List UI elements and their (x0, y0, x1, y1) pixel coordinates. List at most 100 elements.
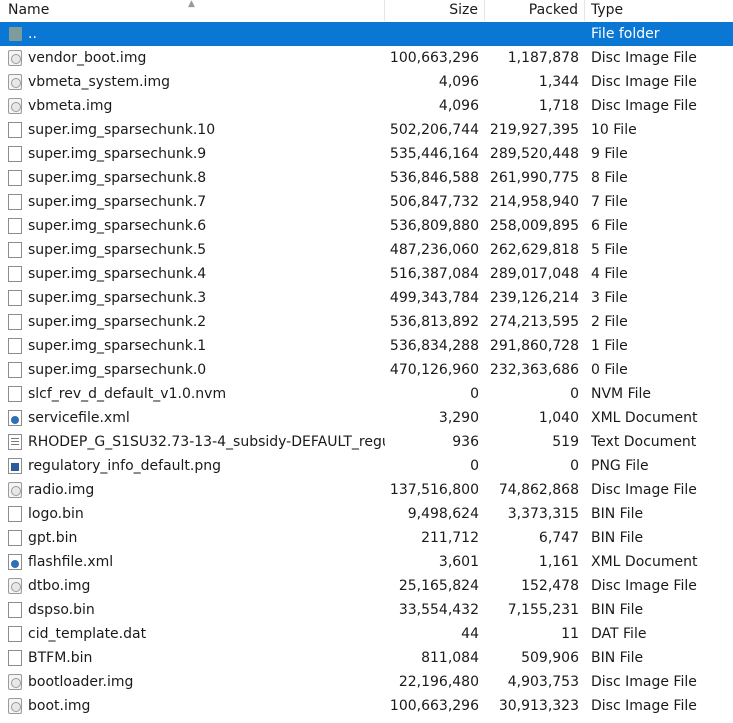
file-name-cell: vbmeta.img (0, 94, 385, 118)
file-name-cell: super.img_sparsechunk.1 (0, 334, 385, 358)
file-name-cell: super.img_sparsechunk.2 (0, 310, 385, 334)
file-row[interactable]: super.img_sparsechunk.6 536,809,880 258,00… (0, 214, 733, 238)
file-name-cell: flashfile.xml (0, 550, 385, 574)
xml-document-icon (8, 554, 22, 570)
disc-image-icon (8, 482, 22, 498)
file-name-cell: cid_template.dat (0, 622, 385, 646)
file-packed-cell: 7,155,231 (507, 602, 579, 618)
file-type-cell: Disc Image File (591, 698, 697, 714)
file-row[interactable]: regulatory_info_default.png 0 0 PNG File (0, 454, 733, 478)
file-row[interactable]: super.img_sparsechunk.0 470,126,960 232,36… (0, 358, 733, 382)
file-name-label: gpt.bin (28, 530, 78, 546)
file-icon (8, 194, 22, 210)
file-icon (8, 266, 22, 282)
file-row[interactable]: super.img_sparsechunk.1 536,834,288 291,86… (0, 334, 733, 358)
file-type-cell: XML Document (591, 554, 698, 570)
file-row[interactable]: super.img_sparsechunk.5 487,236,060 262,62… (0, 238, 733, 262)
file-row[interactable]: dspso.bin 33,554,432 7,155,231 BIN File (0, 598, 733, 622)
file-icon (8, 338, 22, 354)
file-row[interactable]: boot.img 100,663,296 30,913,323 Disc Image … (0, 694, 733, 718)
column-header-packed[interactable]: Packed (485, 0, 585, 21)
file-row[interactable]: vbmeta.img 4,096 1,718 Disc Image File (0, 94, 733, 118)
file-name-label: super.img_sparsechunk.0 (28, 362, 207, 378)
file-type-cell: 3 File (591, 290, 628, 306)
file-type-cell: 0 File (591, 362, 628, 378)
file-name-label: logo.bin (28, 506, 84, 522)
file-size-cell: 516,387,084 (389, 266, 479, 282)
file-size-cell: 33,554,432 (398, 602, 479, 618)
file-packed-cell: 74,862,868 (498, 482, 579, 498)
file-row[interactable]: super.img_sparsechunk.4 516,387,084 289,01… (0, 262, 733, 286)
file-row[interactable]: slcf_rev_d_default_v1.0.nvm 0 0 NVM File (0, 382, 733, 406)
file-row[interactable]: cid_template.dat 44 11 DAT File (0, 622, 733, 646)
file-size-cell: 4,096 (438, 74, 479, 90)
file-row[interactable]: BTFM.bin 811,084 509,906 BIN File (0, 646, 733, 670)
file-size-cell: 502,206,744 (389, 122, 479, 138)
disc-image-icon (8, 98, 22, 114)
file-name-label: boot.img (28, 698, 91, 714)
file-name-cell: super.img_sparsechunk.3 (0, 286, 385, 310)
file-packed-cell: 0 (570, 386, 579, 402)
file-name-label: radio.img (28, 482, 95, 498)
file-size-cell: 536,809,880 (389, 218, 479, 234)
file-row[interactable]: servicefile.xml 3,290 1,040 XML Document (0, 406, 733, 430)
file-row[interactable]: super.img_sparsechunk.3 499,343,784 239,12… (0, 286, 733, 310)
file-name-label: flashfile.xml (28, 554, 114, 570)
file-name-label: super.img_sparsechunk.3 (28, 290, 207, 306)
file-type-cell: 5 File (591, 242, 628, 258)
file-name-cell: BTFM.bin (0, 646, 385, 670)
file-row[interactable]: radio.img 137,516,800 74,862,868 Disc Image… (0, 478, 733, 502)
file-name-cell: vbmeta_system.img (0, 70, 385, 94)
file-row[interactable]: flashfile.xml 3,601 1,161 XML Document (0, 550, 733, 574)
file-row[interactable]: .. File folder (0, 22, 733, 46)
column-header-type[interactable]: Type (591, 0, 733, 24)
file-name-label: vendor_boot.img (28, 50, 147, 66)
file-type-cell: 10 File (591, 122, 637, 138)
file-name-cell: regulatory_info_default.png (0, 454, 385, 478)
disc-image-icon (8, 50, 22, 66)
file-packed-cell: 1,187,878 (507, 50, 579, 66)
file-packed-cell: 262,629,818 (489, 242, 579, 258)
file-icon (8, 170, 22, 186)
file-type-cell: XML Document (591, 410, 698, 426)
disc-image-icon (8, 674, 22, 690)
file-row[interactable]: bootloader.img 22,196,480 4,903,753 Disc Im… (0, 670, 733, 694)
sort-arrow-icon: ▲ (188, 0, 195, 9)
file-type-cell: BIN File (591, 650, 644, 666)
file-icon (8, 530, 22, 546)
file-row[interactable]: super.img_sparsechunk.2 536,813,892 274,21… (0, 310, 733, 334)
file-row[interactable]: super.img_sparsechunk.7 506,847,732 214,95… (0, 190, 733, 214)
file-name-cell: super.img_sparsechunk.0 (0, 358, 385, 382)
file-list: Name ▲ Size Packed Type .. File folder ven… (0, 0, 733, 723)
file-name-cell: super.img_sparsechunk.6 (0, 214, 385, 238)
file-packed-cell: 289,520,448 (489, 146, 579, 162)
column-header-name-label: Name (8, 2, 50, 18)
file-icon (8, 218, 22, 234)
file-row[interactable]: gpt.bin 211,712 6,747 BIN File (0, 526, 733, 550)
file-name-label: BTFM.bin (28, 650, 93, 666)
file-size-cell: 9,498,624 (407, 506, 479, 522)
file-row[interactable]: dtbo.img 25,165,824 152,478 Disc Image File (0, 574, 733, 598)
file-row[interactable]: RHODEP_G_S1SU32.73-13-4_subsidy-DEFAULT_… (0, 430, 733, 454)
file-row[interactable]: super.img_sparsechunk.9 535,446,164 289,52… (0, 142, 733, 166)
file-size-cell: 536,834,288 (389, 338, 479, 354)
file-icon (8, 650, 22, 666)
disc-image-icon (8, 578, 22, 594)
file-name-cell: super.img_sparsechunk.7 (0, 190, 385, 214)
file-name-cell: logo.bin (0, 502, 385, 526)
file-row[interactable]: super.img_sparsechunk.10 502,206,744 219,9… (0, 118, 733, 142)
file-size-cell: 100,663,296 (389, 698, 479, 714)
column-header-size[interactable]: Size (385, 0, 485, 21)
file-row[interactable]: vbmeta_system.img 4,096 1,344 Disc Image Fi… (0, 70, 733, 94)
column-header-name[interactable]: Name ▲ (0, 0, 385, 21)
file-row[interactable]: vendor_boot.img 100,663,296 1,187,878 Disc … (0, 46, 733, 70)
file-packed-cell: 232,363,686 (489, 362, 579, 378)
file-icon (8, 122, 22, 138)
file-row[interactable]: logo.bin 9,498,624 3,373,315 BIN File (0, 502, 733, 526)
file-size-cell (385, 22, 485, 46)
file-size-cell: 536,846,588 (389, 170, 479, 186)
file-type-cell: NVM File (591, 386, 652, 402)
file-row[interactable]: super.img_sparsechunk.8 536,846,588 261,99… (0, 166, 733, 190)
file-type-cell: Disc Image File (591, 74, 697, 90)
file-packed-cell: 509,906 (521, 650, 579, 666)
